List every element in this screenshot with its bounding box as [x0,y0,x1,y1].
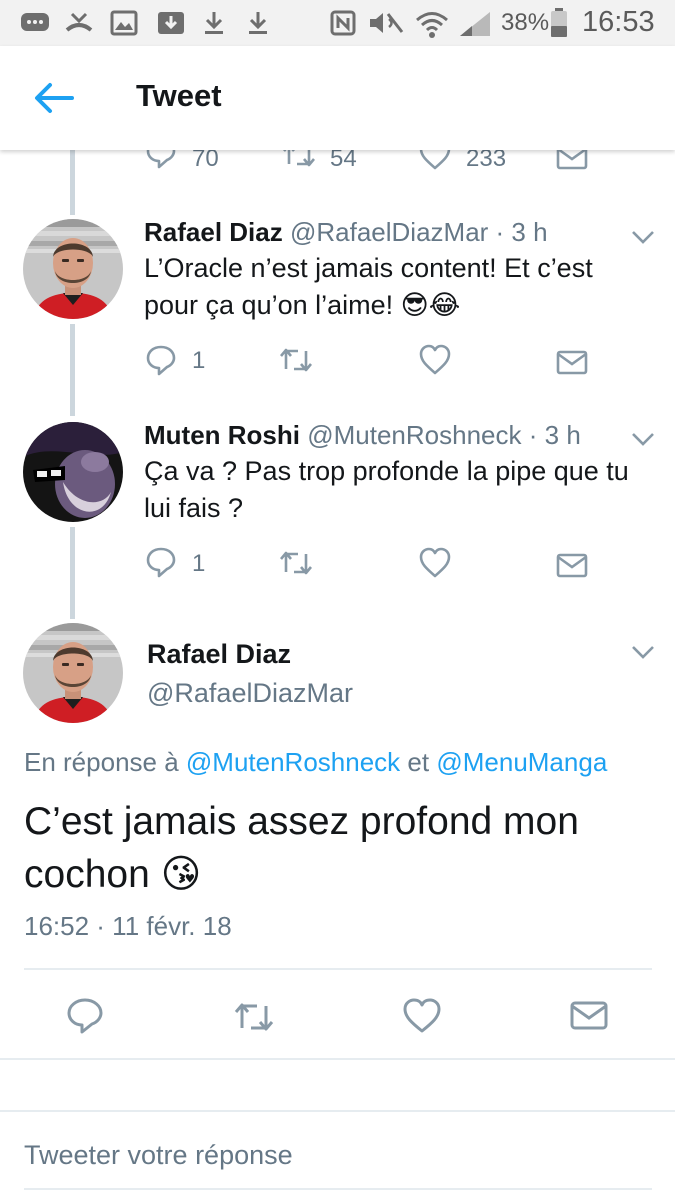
mention-link[interactable]: @MenuManga [436,747,607,777]
direct-message-icon[interactable] [570,998,608,1032]
reply-joiner: et [407,747,430,777]
reply-icon[interactable] [145,545,177,579]
avatar[interactable] [23,422,123,522]
download-icon [249,12,267,34]
thread-line [70,527,75,619]
reply-count: 1 [192,347,206,374]
wifi-icon [416,12,448,38]
retweet-icon[interactable] [278,343,314,377]
chat-notification-icon [21,13,49,31]
avatar[interactable] [23,219,123,319]
direct-message-icon[interactable] [556,548,588,582]
retweet-icon[interactable] [278,546,314,580]
like-icon[interactable] [418,343,452,377]
divider [24,968,652,970]
avatar-photo [23,422,123,522]
reply-prefix: En réponse à [24,747,179,777]
reply-icon[interactable] [66,996,104,1036]
tweet-age: · 3 h [495,217,548,247]
download-icon [205,12,223,34]
chevron-down-icon[interactable] [630,430,656,448]
author-handle[interactable]: @RafaelDiazMar [290,217,488,247]
author-name[interactable]: Rafael Diaz [144,217,283,247]
missed-call-icon [65,12,93,32]
mute-icon [370,13,404,33]
battery-icon [551,8,567,37]
thread-line [70,324,75,416]
like-icon[interactable] [402,997,442,1035]
author-handle[interactable]: @RafaelDiazMar [147,678,353,709]
back-arrow-icon[interactable] [32,78,76,118]
author-name[interactable]: Muten Roshi [144,420,300,450]
tweet-header: Rafael Diaz @RafaelDiazMar · 3 h [144,217,548,248]
avatar-photo [23,623,123,723]
avatar[interactable] [23,623,123,723]
app-bar: Tweet [0,46,675,150]
divider [0,1058,675,1060]
tweet-text: Ça va ? Pas trop profonde la pipe que tu… [144,456,629,523]
tweet-timestamp: 16:52 · 11 févr. 18 [24,911,232,941]
reply-input[interactable]: Tweeter votre réponse [24,1140,644,1171]
page-title: Tweet [136,78,222,113]
battery-percent: 38% [501,9,550,36]
reply-count: 1 [192,550,206,577]
reply-input-underline [24,1188,652,1190]
tweet-age: · 3 h [528,420,581,450]
direct-message-icon[interactable] [556,345,588,379]
tweet-text: L’Oracle n’est jamais content! Et c’est … [144,253,593,320]
avatar-photo [23,219,123,319]
author-name[interactable]: Rafael Diaz [147,639,291,670]
tweet-header: Muten Roshi @MutenRoshneck · 3 h [144,420,581,451]
reply-icon[interactable] [145,343,177,377]
reply-context: En réponse à @MutenRoshneck et @MenuMang… [24,747,607,778]
divider [0,1110,675,1112]
download-box-icon [158,12,184,34]
like-icon[interactable] [418,546,452,580]
thread-line [70,150,75,215]
image-notification-icon [110,10,138,36]
mention-link[interactable]: @MutenRoshneck [186,747,400,777]
chevron-down-icon[interactable] [630,228,656,246]
nfc-icon [330,10,356,36]
signal-icon [460,12,490,36]
chevron-down-icon[interactable] [630,643,656,661]
author-handle[interactable]: @MutenRoshneck [307,420,521,450]
clock: 16:53 [582,6,655,38]
status-bar: 38% 16:53 [0,0,675,46]
retweet-icon[interactable] [232,998,276,1036]
main-tweet-text: C’est jamais assez profond mon cochon 😘 [24,800,579,896]
